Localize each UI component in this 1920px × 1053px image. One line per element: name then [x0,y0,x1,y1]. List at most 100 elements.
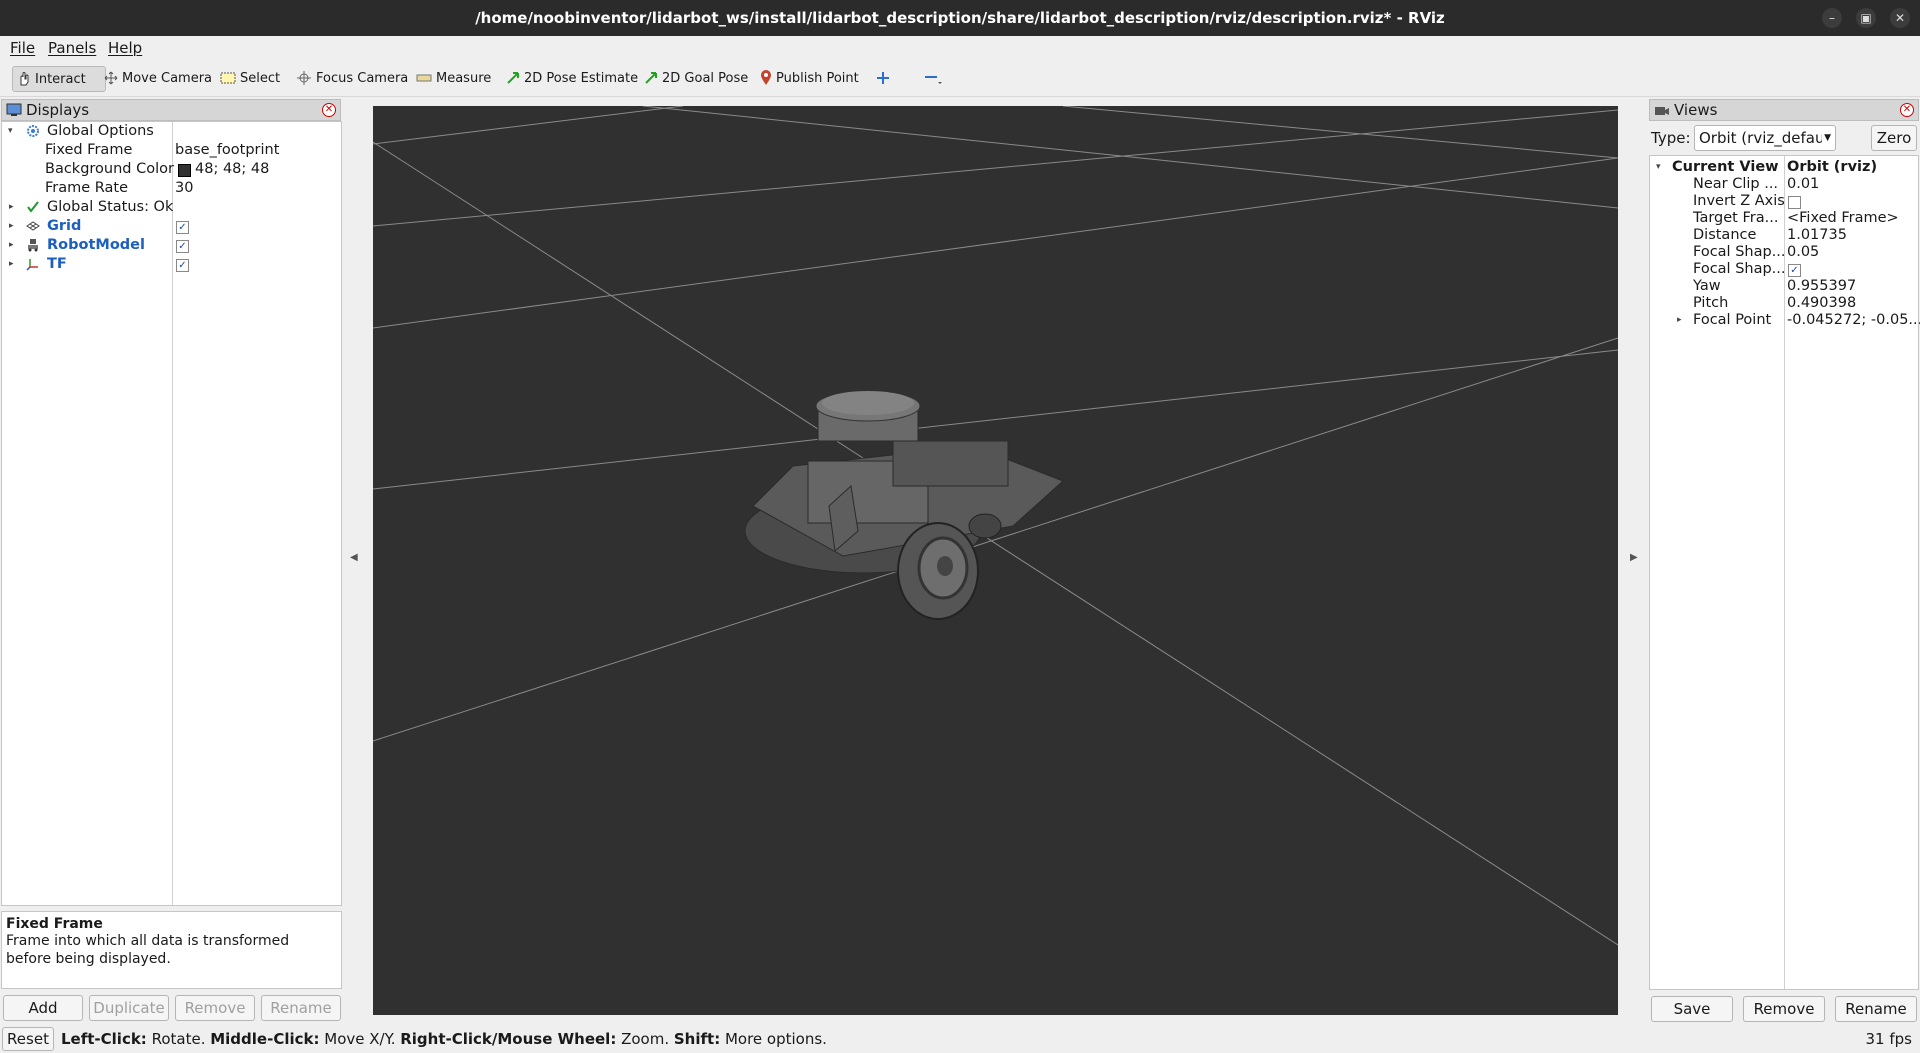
maximize-button[interactable]: ▣ [1856,8,1876,28]
rename-display-button[interactable]: Rename [261,995,341,1021]
grid-row[interactable]: ▸ Grid ✓ [2,217,341,236]
view-prop-value[interactable]: -0.045272; -0.05... [1787,311,1920,330]
remove-display-button[interactable]: Remove [175,995,255,1021]
menu-bar: File Panels Help [0,36,1920,60]
tf-row[interactable]: ▸ TF ✓ [2,255,341,274]
views-panel: Views ✕ Type: Orbit (rviz_defau ▼ Zero ▾… [1649,99,1920,1022]
view-prop-row[interactable]: ▸ Focal Point -0.045272; -0.05... [1650,311,1920,330]
focus-camera-tool[interactable]: Focus Camera [292,66,412,90]
move-arrows-icon [104,71,118,85]
minus-icon [925,76,942,84]
interact-tool[interactable]: Interact [12,66,106,92]
displays-tree: ▾ Global Options Fixed Frame base_footpr… [1,121,342,906]
render-viewport[interactable] [372,105,1619,1015]
expand-arrow-icon[interactable]: ▸ [1677,311,1682,330]
displays-title: Displays [26,101,90,119]
minimize-button[interactable]: – [1822,8,1842,28]
displays-header: Displays ✕ [1,99,341,121]
frame-rate-label: Frame Rate [45,180,129,196]
measure-tool[interactable]: Measure [412,66,495,90]
color-swatch[interactable] [178,164,191,177]
grid-checkbox[interactable]: ✓ [176,221,189,234]
crosshair-icon [297,71,311,85]
tf-label: TF [47,256,67,272]
status-help-text: Left-Click: Rotate. Middle-Click: Move X… [61,1030,827,1048]
collapse-left-icon[interactable]: ◀ [350,552,358,563]
robot-icon [28,239,38,252]
global-options-row[interactable]: ▾ Global Options [2,122,341,141]
fixed-frame-value[interactable]: base_footprint [175,141,279,160]
menu-panels[interactable]: Panels [48,39,96,57]
grid-icon [26,221,40,231]
focal-shape-checkbox[interactable]: ✓ [1788,264,1801,277]
fixed-frame-label: Fixed Frame [45,142,133,158]
expand-arrow-icon[interactable]: ▾ [8,122,13,141]
rename-view-button[interactable]: Rename [1835,996,1917,1022]
invert-z-checkbox[interactable] [1788,196,1801,209]
zero-button[interactable]: Zero [1871,125,1917,151]
remove-tool-button[interactable] [920,66,946,90]
background-color-value[interactable]: 48; 48; 48 [195,160,269,179]
frame-rate-value[interactable]: 30 [175,179,193,198]
shift-key: Shift: [673,1030,721,1048]
publish-point-label: Publish Point [776,70,859,86]
left-click-key: Left-Click: [61,1030,147,1048]
goal-pose-tool[interactable]: 2D Goal Pose [640,66,752,90]
tf-checkbox[interactable]: ✓ [176,259,189,272]
robot-model-row[interactable]: ▸ RobotModel ✓ [2,236,341,255]
add-display-button[interactable]: Add [3,995,83,1021]
select-box-icon [220,72,236,84]
views-title: Views [1674,101,1718,119]
add-tool-button[interactable] [872,66,894,90]
close-displays-icon[interactable]: ✕ [322,103,336,117]
menu-help[interactable]: Help [108,39,142,57]
grid-label: Grid [47,218,82,234]
toolbar: Interact Move Camera Select Focus Camera… [0,60,1920,97]
middle-click-desc: Move X/Y. [319,1030,401,1048]
save-view-button[interactable]: Save [1651,996,1733,1022]
expand-arrow-icon[interactable]: ▸ [9,217,14,236]
frame-rate-row[interactable]: Frame Rate 30 [2,179,341,198]
description-title: Fixed Frame [6,916,103,932]
status-bar: Reset Left-Click: Rotate. Middle-Click: … [0,1025,1920,1053]
left-click-desc: Rotate. [146,1030,211,1048]
robot-model-checkbox[interactable]: ✓ [176,240,189,253]
global-status-label: Global Status: Ok [47,199,174,215]
global-status-row[interactable]: ▸ Global Status: Ok [2,198,341,217]
hand-pointer-icon [20,72,29,86]
view-type-select[interactable]: Orbit (rviz_defau ▼ [1694,125,1836,151]
collapse-right-icon[interactable]: ▶ [1630,552,1638,563]
scene-canvas[interactable] [372,105,1619,1015]
menu-file[interactable]: File [10,39,35,57]
window-title: /home/noobinventor/lidarbot_ws/install/l… [475,9,1445,27]
monitor-icon [6,103,22,116]
green-arrow-icon [645,72,657,84]
select-label: Select [240,70,281,86]
background-color-row[interactable]: Background Color 48; 48; 48 [2,160,341,179]
expand-arrow-icon[interactable]: ▸ [9,198,14,217]
map-pin-icon [761,70,771,85]
description-box: Fixed Frame Frame into which all data is… [1,911,342,989]
publish-point-tool[interactable]: Publish Point [756,66,863,90]
reset-button[interactable]: Reset [2,1027,54,1051]
interact-label: Interact [35,71,86,87]
expand-arrow-icon[interactable]: ▸ [9,255,14,274]
gear-icon [27,125,39,137]
select-tool[interactable]: Select [216,66,284,90]
displays-panel: Displays ✕ ▾ Global Options Fixed Frame … [1,99,342,1021]
camera-icon [1655,107,1669,115]
fps-counter: 31 fps [1865,1030,1912,1048]
right-click-key: Right-Click/Mouse Wheel: [400,1030,617,1048]
expand-arrow-icon[interactable]: ▸ [9,236,14,255]
move-camera-tool[interactable]: Move Camera [100,66,216,90]
type-label: Type: [1651,129,1691,147]
fixed-frame-row[interactable]: Fixed Frame base_footprint [2,141,341,160]
close-window-button[interactable]: ✕ [1890,8,1910,28]
duplicate-display-button[interactable]: Duplicate [89,995,169,1021]
plus-icon [877,72,889,84]
close-views-icon[interactable]: ✕ [1900,103,1914,117]
remove-view-button[interactable]: Remove [1743,996,1825,1022]
pose-estimate-label: 2D Pose Estimate [524,70,639,86]
pose-estimate-tool[interactable]: 2D Pose Estimate [502,66,642,90]
check-icon [27,201,39,213]
